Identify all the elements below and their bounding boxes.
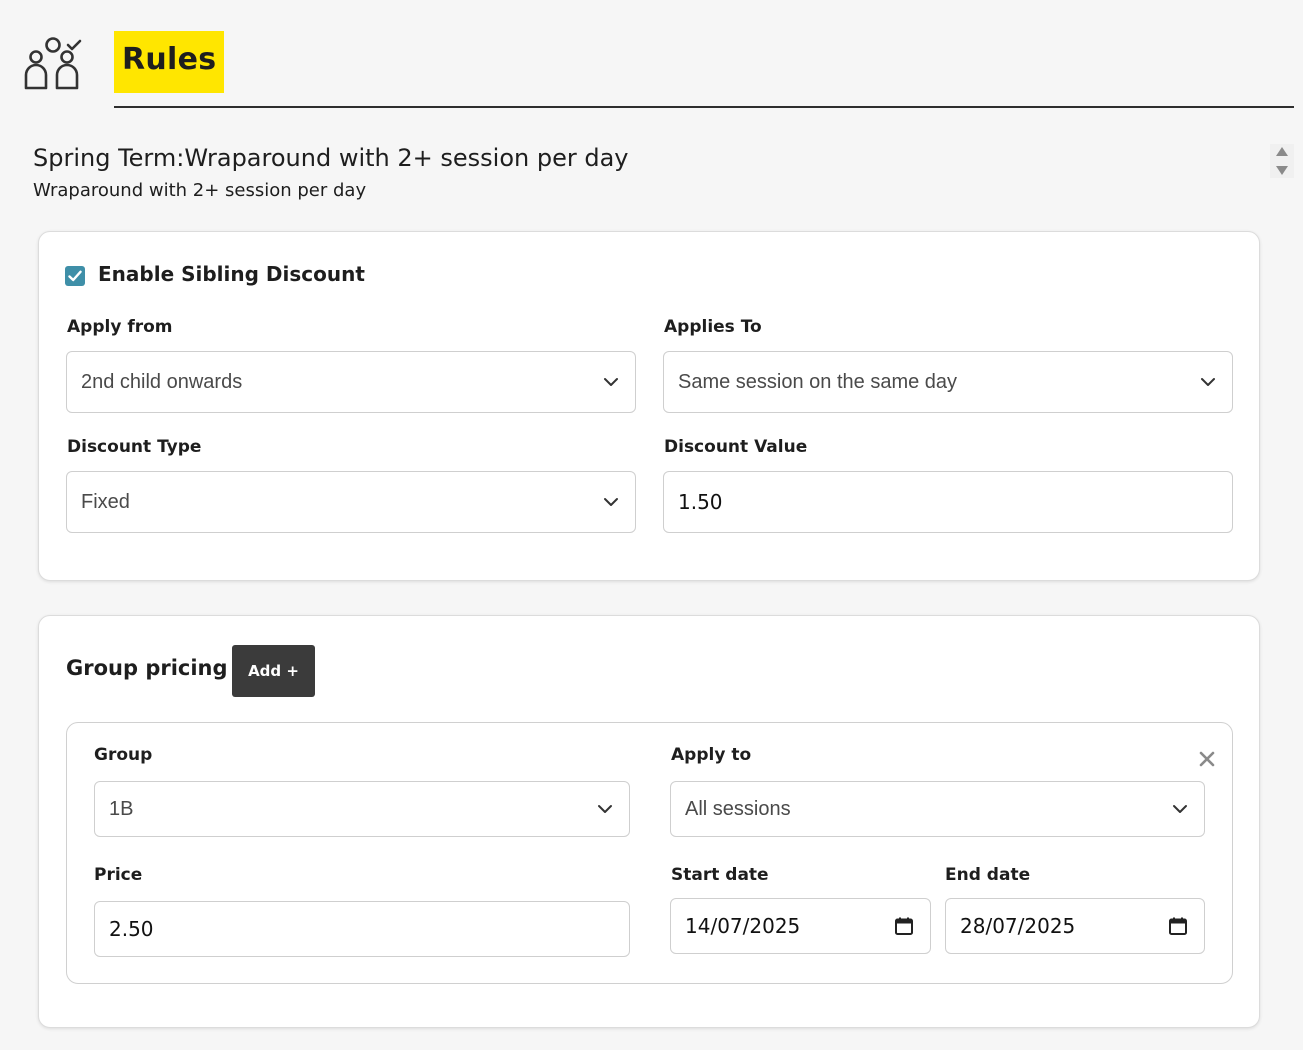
group-select[interactable]: 1B (94, 781, 630, 837)
people-check-icon (22, 35, 82, 91)
apply-to-select[interactable]: All sessions (670, 781, 1205, 837)
header-divider (114, 106, 1294, 108)
discount-type-value: Fixed (81, 490, 130, 513)
apply-from-label: Apply from (67, 317, 173, 337)
applies-to-label: Applies To (664, 317, 762, 337)
enable-sibling-discount-label: Enable Sibling Discount (98, 262, 365, 286)
end-date-value: 28/07/2025 (960, 914, 1076, 938)
price-input[interactable]: 2.50 (94, 901, 630, 957)
apply-from-value: 2nd child onwards (81, 370, 243, 393)
group-pricing-entry: Group 1B Apply to All sessions Price 2.5… (66, 722, 1233, 984)
discount-value-input[interactable]: 1.50 (663, 471, 1233, 533)
applies-to-value: Same session on the same day (678, 370, 958, 393)
chevron-down-icon (604, 498, 618, 506)
start-date-input[interactable]: 14/07/2025 (670, 898, 931, 954)
chevron-down-icon (604, 378, 618, 386)
group-pricing-title: Group pricing (66, 656, 228, 680)
sibling-discount-card: Enable Sibling Discount Apply from 2nd c… (38, 231, 1260, 581)
discount-type-select[interactable]: Fixed (66, 471, 636, 533)
apply-from-select[interactable]: 2nd child onwards (66, 351, 636, 413)
add-group-button[interactable]: Add + (232, 645, 315, 697)
discount-type-label: Discount Type (67, 437, 202, 457)
rule-title: Spring Term:Wraparound with 2+ session p… (33, 144, 629, 172)
discount-value-label: Discount Value (664, 437, 808, 457)
enable-sibling-discount-row[interactable]: Enable Sibling Discount (65, 262, 365, 286)
end-date-input[interactable]: 28/07/2025 (945, 898, 1205, 954)
discount-value: 1.50 (678, 490, 723, 514)
calendar-icon[interactable] (894, 916, 914, 936)
start-date-value: 14/07/2025 (685, 914, 801, 938)
calendar-icon[interactable] (1168, 916, 1188, 936)
chevron-down-icon (598, 805, 612, 813)
group-pricing-card: Group pricing Add + Group 1B Apply to Al… (38, 615, 1260, 1028)
start-date-label: Start date (671, 865, 769, 885)
price-label: Price (94, 865, 143, 885)
end-date-label: End date (945, 865, 1031, 885)
applies-to-select[interactable]: Same session on the same day (663, 351, 1233, 413)
chevron-down-icon (1201, 378, 1215, 386)
close-icon[interactable] (1197, 749, 1217, 769)
checkmark-icon (68, 270, 82, 281)
apply-to-value: All sessions (685, 797, 791, 820)
page-title: Rules (114, 31, 225, 93)
group-label: Group (94, 745, 153, 765)
enable-sibling-discount-checkbox[interactable] (65, 265, 85, 286)
group-value: 1B (109, 797, 134, 820)
rule-description: Wraparound with 2+ session per day (33, 180, 367, 201)
chevron-down-icon (1173, 805, 1187, 813)
sort-arrows-icon[interactable] (1270, 144, 1294, 178)
rules-page: Rules Spring Term:Wraparound with 2+ ses… (0, 0, 1303, 1050)
apply-to-label: Apply to (671, 745, 752, 765)
price-value: 2.50 (109, 917, 154, 941)
